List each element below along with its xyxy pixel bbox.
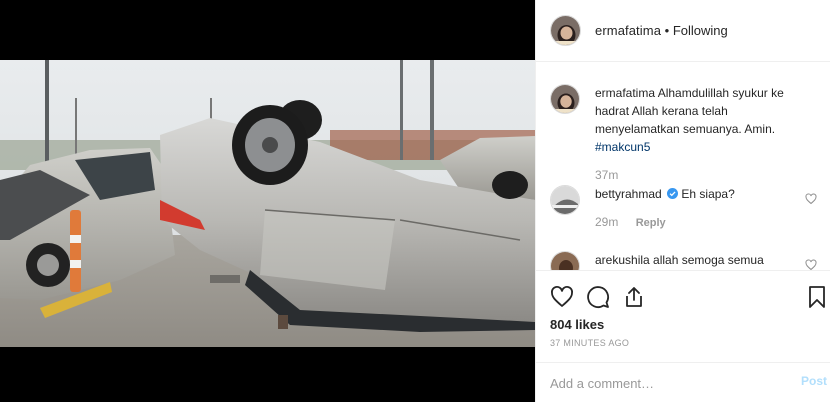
hashtag-link[interactable]: #makcun5 [595,140,650,154]
post-actions: 804 likes 37 MINUTES AGO [536,270,830,360]
comment-like-icon[interactable] [805,259,817,270]
header-separator: • [664,23,670,38]
author-avatar[interactable] [550,15,581,46]
heart-icon[interactable] [550,285,574,309]
add-comment-input[interactable] [550,373,770,393]
post-side-panel: ermafatima • Following ermafatima Alhamd… [535,0,830,402]
comment-username[interactable]: arekushila [595,253,650,267]
comment-meta: 37m [595,166,805,184]
comment-text: allah semoga semua [653,253,764,267]
verified-badge-icon [667,188,679,199]
post-timestamp[interactable]: 37 MINUTES AGO [550,338,629,348]
comment-like-icon[interactable] [805,193,817,205]
share-icon[interactable] [622,285,646,309]
comment-icon[interactable] [586,285,610,309]
commenter-avatar[interactable] [550,251,580,270]
likes-count[interactable]: 804 likes [550,317,604,332]
comment-text: Eh siapa? [681,187,735,201]
comment-username[interactable]: bettyrahmad [595,187,662,201]
comments-list[interactable]: ermafatima Alhamdulillah syukur ke hadra… [536,62,830,270]
add-comment-bar: Post [536,362,830,402]
post-header: ermafatima • Following [536,0,830,62]
comment-username[interactable]: ermafatima [595,86,655,100]
reply-button[interactable]: Reply [636,217,666,229]
commenter-avatar[interactable] [550,185,580,215]
author-username[interactable]: ermafatima [595,23,661,38]
comment-body: bettyrahmad Eh siapa? 29m Reply [595,185,805,232]
comment-meta: 29m Reply [595,213,805,232]
post-photo [0,60,535,347]
comment-time[interactable]: 37m [595,168,618,182]
header-info: ermafatima • Following [595,23,728,38]
following-button[interactable]: Following [673,23,728,38]
caption-avatar[interactable] [550,84,580,114]
comment-time[interactable]: 29m [595,215,618,229]
comment-body: arekushila allah semoga semua [595,251,805,269]
post-media[interactable] [0,0,535,402]
caption-body: ermafatima Alhamdulillah syukur ke hadra… [595,84,805,184]
bookmark-icon[interactable] [805,285,829,309]
post-comment-button[interactable]: Post [801,374,827,388]
